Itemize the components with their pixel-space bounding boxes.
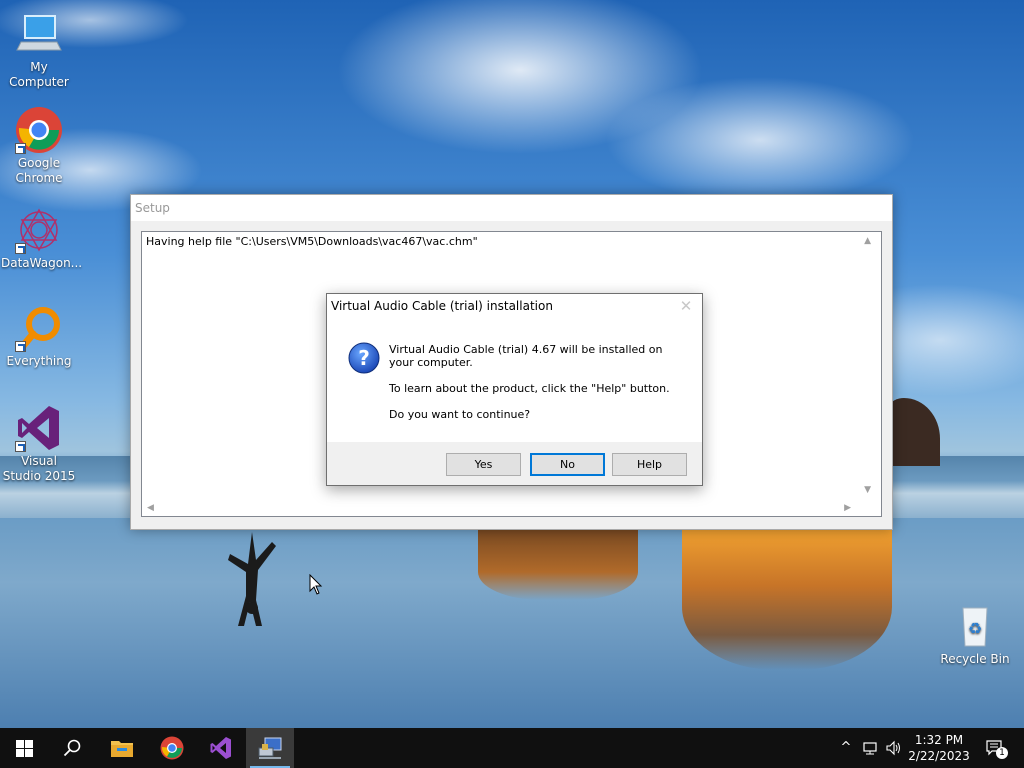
desktop-icon-my-computer[interactable]: My Computer: [1, 10, 77, 90]
setup-installer-icon: [258, 737, 282, 759]
taskbar-chrome[interactable]: [148, 728, 196, 768]
taskbar-setup-app[interactable]: [246, 728, 294, 768]
close-icon[interactable]: ✕: [678, 296, 694, 316]
help-button[interactable]: Help: [612, 453, 687, 476]
notification-count-badge: 1: [996, 747, 1008, 759]
scroll-left-arrow-icon[interactable]: ◀: [147, 504, 154, 513]
show-hidden-icons-chevron-icon[interactable]: ^: [838, 740, 854, 756]
dialog-title[interactable]: Virtual Audio Cable (trial) installation…: [327, 294, 702, 320]
taskbar-search-button[interactable]: [48, 728, 96, 768]
desktop-icon-recycle-bin[interactable]: ♻ Recycle Bin: [937, 602, 1013, 667]
setup-window-title[interactable]: Setup: [131, 195, 892, 221]
windows-start-icon: [15, 739, 33, 757]
dialog-message-install: Virtual Audio Cable (trial) 4.67 will be…: [389, 343, 663, 369]
network-icon[interactable]: [862, 740, 878, 756]
taskbar-clock[interactable]: 1:32 PM 2/22/2023: [904, 732, 974, 764]
dialog-title-text: Virtual Audio Cable (trial) installation: [331, 299, 553, 313]
everything-search-icon: [15, 304, 63, 352]
folder-icon: [111, 741, 133, 757]
clock-time: 1:32 PM: [914, 733, 964, 747]
wallpaper-reflection: [478, 530, 638, 600]
shortcut-arrow-icon: [15, 341, 26, 352]
shortcut-arrow-icon: [15, 243, 26, 254]
scroll-down-arrow-icon[interactable]: ▼: [864, 486, 871, 495]
chrome-icon: [160, 736, 184, 760]
datawagon-icon: [15, 206, 63, 254]
mouse-cursor-icon: [309, 574, 323, 595]
question-icon: ?: [348, 342, 380, 374]
taskbar: ^ 1:32 PM 2/22/2023 1: [0, 728, 1024, 768]
scroll-right-arrow-icon[interactable]: ▶: [844, 504, 851, 513]
dialog-message-continue: Do you want to continue?: [389, 408, 531, 421]
start-button[interactable]: [0, 728, 48, 768]
dialog-button-bar: Yes No Help: [327, 442, 702, 485]
wallpaper-person-reflection: [228, 532, 276, 626]
chrome-icon: [15, 106, 63, 154]
action-center-button[interactable]: 1: [984, 740, 1008, 759]
yes-button[interactable]: Yes: [446, 453, 521, 476]
setup-log-line: Having help file "C:\Users\VM5\Downloads…: [146, 235, 478, 248]
volume-icon[interactable]: [886, 740, 902, 756]
computer-icon: [15, 10, 63, 58]
no-button[interactable]: No: [530, 453, 605, 476]
desktop-icon-google-chrome[interactable]: Google Chrome: [1, 106, 77, 186]
desktop-icon-visual-studio[interactable]: Visual Studio 2015: [1, 404, 77, 484]
recycle-bin-icon: ♻: [951, 602, 999, 650]
wallpaper-reflection: [682, 530, 892, 670]
svg-text:♻: ♻: [968, 619, 982, 638]
desktop-icon-everything[interactable]: Everything: [1, 304, 77, 369]
install-confirmation-dialog: Virtual Audio Cable (trial) installation…: [326, 293, 703, 486]
visual-studio-icon: [15, 404, 63, 452]
svg-text:?: ?: [358, 346, 370, 370]
shortcut-arrow-icon: [15, 441, 26, 452]
dialog-message-help: To learn about the product, click the "H…: [389, 382, 670, 395]
visual-studio-icon: [210, 737, 231, 759]
desktop-icon-datawagon[interactable]: DataWagon...: [1, 206, 82, 271]
search-icon: [63, 739, 81, 757]
taskbar-visual-studio[interactable]: [197, 728, 245, 768]
taskbar-file-explorer[interactable]: [98, 728, 146, 768]
shortcut-arrow-icon: [15, 143, 26, 154]
clock-date: 2/22/2023: [908, 749, 970, 763]
scroll-up-arrow-icon[interactable]: ▲: [864, 237, 871, 246]
